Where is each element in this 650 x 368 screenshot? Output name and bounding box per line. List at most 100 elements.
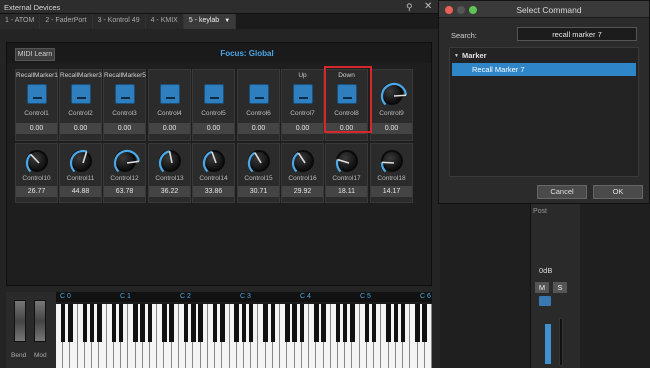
control-name: Control16 (288, 175, 317, 182)
mute-button[interactable]: M (535, 282, 549, 293)
midi-learn-button[interactable]: MIDI Learn (15, 48, 55, 61)
highlight-box (324, 66, 372, 133)
black-key[interactable] (140, 304, 145, 342)
black-key[interactable] (234, 304, 239, 342)
black-key[interactable] (118, 304, 124, 342)
black-key[interactable] (241, 304, 247, 342)
black-key[interactable] (270, 304, 276, 342)
search-input[interactable] (517, 27, 637, 41)
volume-fader[interactable] (545, 324, 551, 364)
black-key[interactable] (191, 304, 196, 342)
control-cell-11: Control11 44.88 (59, 143, 102, 203)
tab-faderport[interactable]: 2 - FaderPort (40, 14, 93, 29)
control-value: 0.00 (282, 123, 323, 134)
zoom-light-icon[interactable] (469, 6, 477, 14)
knob[interactable] (69, 149, 92, 173)
knob[interactable] (158, 150, 181, 173)
wheels: Bend Mod (6, 292, 56, 368)
knob[interactable] (247, 150, 270, 173)
black-key[interactable] (133, 304, 138, 342)
control-value: 26.77 (16, 186, 57, 197)
device-toolbar: MIDI Learn Focus: Global (7, 43, 431, 63)
ok-button[interactable]: OK (593, 185, 643, 199)
control-value: 33.86 (193, 186, 234, 197)
result-recall-marker-7[interactable]: Recall Marker 7 (452, 63, 636, 76)
control-value: 14.17 (371, 186, 412, 197)
bend-wheel[interactable] (14, 300, 26, 342)
octave-label: C 5 (360, 293, 371, 300)
black-key[interactable] (111, 304, 117, 342)
black-key[interactable] (314, 304, 319, 342)
black-key[interactable] (212, 304, 218, 342)
black-key[interactable] (299, 304, 305, 342)
knob[interactable] (291, 150, 314, 173)
knob[interactable] (202, 150, 225, 173)
knob[interactable] (335, 150, 358, 173)
control-value: 0.00 (60, 123, 101, 134)
black-key[interactable] (220, 304, 225, 342)
black-key[interactable] (89, 304, 95, 342)
black-key[interactable] (393, 304, 399, 342)
knob[interactable] (113, 149, 140, 173)
pad-button[interactable] (160, 84, 180, 104)
pad-button[interactable] (293, 84, 313, 104)
black-key[interactable] (292, 304, 297, 342)
tab-kmix[interactable]: 4 - KMIX (145, 14, 184, 29)
close-icon[interactable]: ✕ (424, 1, 432, 12)
black-key[interactable] (82, 304, 88, 342)
black-key[interactable] (97, 304, 102, 342)
black-key[interactable] (169, 304, 174, 342)
select-command-dialog: Select Command Search: ▼ Marker Recall M… (438, 0, 650, 204)
knob[interactable] (380, 150, 403, 173)
pad-button[interactable] (249, 84, 269, 104)
black-key[interactable] (422, 304, 427, 342)
black-key[interactable] (162, 304, 167, 342)
black-key[interactable] (350, 304, 355, 342)
pad-button[interactable] (115, 84, 135, 104)
black-key[interactable] (400, 304, 406, 342)
octave-label: C 1 (120, 293, 131, 300)
assignment-label: Up (298, 72, 307, 79)
control-name: Control17 (332, 175, 361, 182)
result-group-marker[interactable]: Marker (462, 51, 487, 60)
tab-atom[interactable]: 1 - ATOM (0, 14, 41, 29)
pad-button[interactable] (27, 84, 47, 104)
pad-button[interactable] (204, 84, 224, 104)
expand-triangle-icon[interactable]: ▼ (454, 53, 459, 59)
monitor-icon[interactable] (539, 296, 551, 306)
knob[interactable] (380, 82, 408, 106)
control-value: 0.00 (193, 123, 234, 134)
black-key[interactable] (335, 304, 341, 342)
close-light-icon[interactable] (445, 6, 453, 14)
control-name: Control1 (24, 110, 49, 117)
window-title: External Devices (0, 0, 440, 14)
black-key[interactable] (263, 304, 268, 342)
black-key[interactable] (342, 304, 348, 342)
tab-keylab[interactable]: 5 - keylab ▼ (183, 14, 237, 29)
black-key[interactable] (415, 304, 420, 342)
black-key[interactable] (147, 304, 153, 342)
solo-button[interactable]: S (553, 282, 567, 293)
black-key[interactable] (60, 304, 66, 342)
black-key[interactable] (364, 304, 370, 342)
post-label[interactable]: Post (533, 208, 547, 215)
control-value: 0.00 (238, 123, 279, 134)
black-key[interactable] (248, 304, 254, 342)
black-key[interactable] (198, 304, 203, 342)
black-key[interactable] (183, 304, 189, 342)
tab-kontrol49[interactable]: 3 - Kontrol 49 (92, 14, 146, 29)
control-cell-10: Control10 26.77 (15, 143, 58, 203)
mod-wheel[interactable] (34, 300, 46, 342)
black-key[interactable] (386, 304, 391, 342)
knob[interactable] (25, 150, 48, 173)
black-key[interactable] (321, 304, 326, 342)
minimize-light-icon[interactable] (457, 6, 465, 14)
piano-keyboard[interactable] (56, 304, 432, 368)
black-key[interactable] (68, 304, 73, 342)
dropdown-arrow-icon[interactable]: ▼ (224, 18, 230, 24)
cancel-button[interactable]: Cancel (537, 185, 587, 199)
black-key[interactable] (371, 304, 377, 342)
pad-button[interactable] (71, 84, 91, 104)
pin-icon[interactable]: ⚲ (406, 2, 413, 13)
black-key[interactable] (285, 304, 290, 342)
